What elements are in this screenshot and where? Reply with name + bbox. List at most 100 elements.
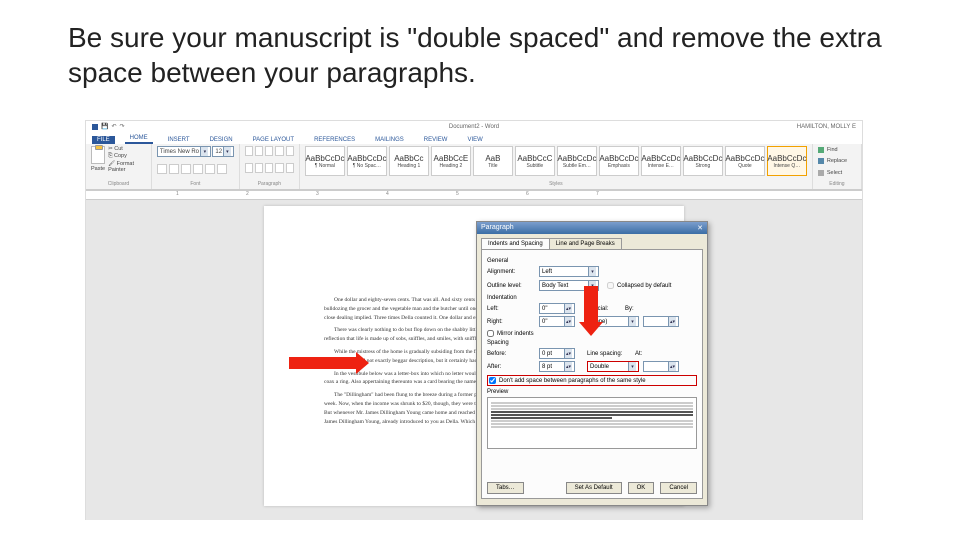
tab-home[interactable]: HOME	[125, 134, 153, 144]
before-spinner[interactable]: 0 pt▴▾	[539, 348, 575, 359]
sub-button[interactable]	[205, 164, 215, 174]
tab-view[interactable]: VIEW	[462, 136, 487, 144]
chevron-down-icon: ▾	[200, 147, 208, 156]
ruler-mark: 3	[316, 191, 319, 197]
dialog-titlebar[interactable]: Paragraph ✕	[477, 222, 707, 234]
section-general: General	[487, 258, 697, 264]
annotation-arrow-right	[289, 357, 359, 369]
bold-button[interactable]	[157, 164, 167, 174]
select-button[interactable]: Select	[818, 170, 856, 176]
style-quote[interactable]: AaBbCcDcQuote	[725, 146, 765, 176]
close-icon[interactable]: ✕	[697, 224, 703, 232]
spinner-icon: ▴▾	[564, 304, 572, 313]
group-editing: Find Replace Select Editing	[813, 144, 862, 189]
numbering-button[interactable]	[255, 146, 263, 156]
line-spacing-select[interactable]: Double▾	[587, 361, 639, 372]
style-intenseq[interactable]: AaBbCcDcIntense Q…	[767, 146, 807, 176]
style-heading[interactable]: AaBbCcEHeading 2	[431, 146, 471, 176]
spinner-icon: ▴▾	[564, 362, 572, 371]
indent-inc-button[interactable]	[286, 146, 294, 156]
spinner-icon: ▴▾	[564, 349, 572, 358]
chevron-down-icon: ▾	[628, 317, 636, 326]
cancel-button[interactable]: Cancel	[660, 482, 697, 494]
set-default-button[interactable]: Set As Default	[566, 482, 622, 494]
sup-button[interactable]	[217, 164, 227, 174]
italic-button[interactable]	[169, 164, 179, 174]
tab-design[interactable]: DESIGN	[205, 136, 238, 144]
ribbon-tabs: FILE HOME INSERT DESIGN PAGE LAYOUT REFE…	[86, 132, 862, 144]
align-right-button[interactable]	[265, 163, 273, 173]
tabs-button[interactable]: Tabs…	[487, 482, 524, 494]
document-area[interactable]: One dollar and eighty-seven cents. That …	[86, 200, 862, 520]
before-label: Before:	[487, 351, 535, 357]
multilevel-button[interactable]	[265, 146, 273, 156]
tab-page-layout[interactable]: PAGE LAYOUT	[248, 136, 299, 144]
undo-icon[interactable]: ↶	[111, 123, 116, 130]
tab-insert[interactable]: INSERT	[163, 136, 195, 144]
indent-right-spinner[interactable]: 0"▴▾	[539, 316, 575, 327]
tab-file[interactable]: FILE	[92, 136, 115, 144]
spinner-icon: ▴▾	[668, 362, 676, 371]
copy-button[interactable]: ⎘ Copy	[108, 153, 146, 160]
dialog-title: Paragraph	[481, 224, 514, 232]
group-label: Editing	[818, 181, 856, 187]
save-icon[interactable]: 💾	[101, 123, 108, 130]
section-preview: Preview	[487, 389, 697, 395]
style-subtitle[interactable]: AaBbCcCSubtitle	[515, 146, 555, 176]
style-intensee[interactable]: AaBbCcDcIntense E…	[641, 146, 681, 176]
chevron-down-icon: ▾	[588, 267, 596, 276]
font-name-select[interactable]: Times New Ro▾	[157, 146, 211, 157]
ruler-mark: 2	[246, 191, 249, 197]
at-spinner[interactable]: ▴▾	[643, 361, 679, 372]
justify-button[interactable]	[275, 163, 283, 173]
bullets-button[interactable]	[245, 146, 253, 156]
line-spacing-button[interactable]	[286, 163, 294, 173]
group-label: Clipboard	[91, 181, 146, 187]
group-font: Times New Ro▾ 12▾ Font	[152, 144, 240, 189]
paste-icon[interactable]	[91, 146, 105, 164]
after-spinner[interactable]: 8 pt▴▾	[539, 361, 575, 372]
tab-indents-spacing[interactable]: Indents and Spacing	[481, 238, 550, 249]
style-heading[interactable]: AaBbCcHeading 1	[389, 146, 429, 176]
indent-left-spinner[interactable]: 0"▴▾	[539, 303, 575, 314]
style-strong[interactable]: AaBbCcDcStrong	[683, 146, 723, 176]
style-nospac[interactable]: AaBbCcDc¶ No Spac…	[347, 146, 387, 176]
ruler[interactable]: 1234567	[86, 190, 862, 200]
ruler-mark: 4	[386, 191, 389, 197]
style-subtleem[interactable]: AaBbCcDcSubtle Em…	[557, 146, 597, 176]
group-clipboard: Paste ✂ Cut ⎘ Copy 🖌 Format Painter Clip…	[86, 144, 152, 189]
align-center-button[interactable]	[255, 163, 263, 173]
format-painter-button[interactable]: 🖌 Format Painter	[108, 161, 146, 173]
style-emphasis[interactable]: AaBbCcDcEmphasis	[599, 146, 639, 176]
cut-button[interactable]: ✂ Cut	[108, 146, 146, 152]
quick-access-toolbar[interactable]: 💾 ↶ ↷	[92, 123, 125, 130]
outline-label: Outline level:	[487, 283, 535, 289]
by-spinner[interactable]: ▴▾	[643, 316, 679, 327]
tab-line-page-breaks[interactable]: Line and Page Breaks	[549, 238, 622, 249]
strike-button[interactable]	[193, 164, 203, 174]
styles-gallery[interactable]: AaBbCcDc¶ NormalAaBbCcDc¶ No Spac…AaBbCc…	[305, 146, 807, 180]
tab-references[interactable]: REFERENCES	[309, 136, 360, 144]
user-name: HAMILTON, MOLLY E	[797, 124, 856, 130]
redo-icon[interactable]: ↷	[120, 123, 125, 130]
underline-button[interactable]	[181, 164, 191, 174]
group-label: Paragraph	[245, 181, 294, 187]
group-label: Font	[157, 181, 234, 187]
mirror-label: Mirror indents	[497, 331, 534, 337]
paste-button[interactable]: Paste	[91, 166, 105, 172]
no-space-checkbox[interactable]	[489, 377, 496, 384]
find-button[interactable]: Find	[818, 147, 856, 153]
style-title[interactable]: AaBTitle	[473, 146, 513, 176]
paragraph-dialog: Paragraph ✕ Indents and Spacing Line and…	[476, 221, 708, 506]
align-left-button[interactable]	[245, 163, 253, 173]
word-icon	[92, 124, 98, 130]
style-normal[interactable]: AaBbCcDc¶ Normal	[305, 146, 345, 176]
mirror-indents-checkbox[interactable]	[487, 330, 494, 337]
indent-dec-button[interactable]	[275, 146, 283, 156]
alignment-select[interactable]: Left▾	[539, 266, 599, 277]
tab-review[interactable]: REVIEW	[419, 136, 453, 144]
ok-button[interactable]: OK	[628, 482, 655, 494]
tab-mailings[interactable]: MAILINGS	[370, 136, 409, 144]
replace-button[interactable]: Replace	[818, 158, 856, 164]
font-size-select[interactable]: 12▾	[212, 146, 234, 157]
